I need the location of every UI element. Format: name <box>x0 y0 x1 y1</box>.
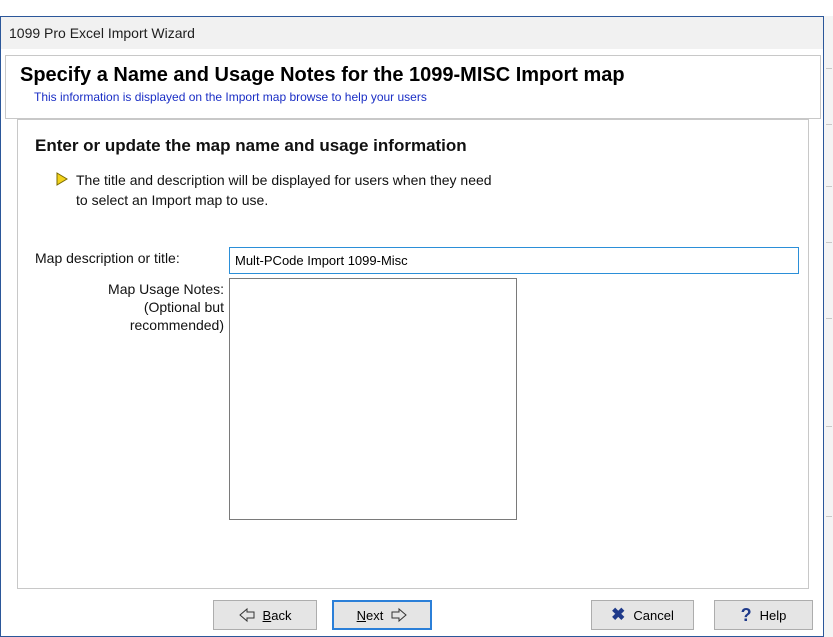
map-title-label: Map description or title: <box>35 250 180 266</box>
usage-notes-label-line: Map Usage Notes: <box>108 281 224 297</box>
usage-notes-label-line: recommended) <box>129 317 224 333</box>
window-title: 1099 Pro Excel Import Wizard <box>9 25 195 41</box>
help-button[interactable]: ? Help <box>714 600 813 630</box>
usage-notes-textarea[interactable] <box>229 278 517 520</box>
next-mnemonic: N <box>356 607 367 623</box>
back-label-rest: ack <box>271 607 292 623</box>
info-note: The title and description will be displa… <box>76 172 492 208</box>
background-divider <box>826 516 832 517</box>
background-app-pane <box>824 16 833 637</box>
section-heading: Enter or update the map name and usage i… <box>35 136 467 155</box>
background-divider <box>826 124 832 125</box>
back-button[interactable]: Back <box>213 600 317 630</box>
left-arrow-outline-icon <box>238 607 255 623</box>
wizard-step-title: Specify a Name and Usage Notes for the 1… <box>20 64 625 86</box>
content-panel: Enter or update the map name and usage i… <box>17 119 809 589</box>
import-wizard-dialog: 1099 Pro Excel Import Wizard Specify a N… <box>0 16 824 637</box>
help-button-label: Help <box>759 607 787 623</box>
wizard-step-subtitle: This information is displayed on the Imp… <box>34 90 427 104</box>
next-label-rest: ext <box>366 607 384 623</box>
background-divider <box>826 318 832 319</box>
window-titlebar[interactable]: 1099 Pro Excel Import Wizard <box>1 17 823 49</box>
map-title-input[interactable] <box>229 247 799 274</box>
back-button-label: Back <box>263 608 292 623</box>
next-button-label: Next <box>357 608 384 623</box>
background-divider <box>826 186 832 187</box>
background-divider <box>826 242 832 243</box>
background-app-strip <box>0 0 833 16</box>
yellow-triangle-arrow-icon <box>56 172 68 186</box>
usage-notes-label: Map Usage Notes: (Optional but recommend… <box>54 280 224 334</box>
cancel-button-label: Cancel <box>633 607 674 623</box>
wizard-header: Specify a Name and Usage Notes for the 1… <box>5 55 821 119</box>
close-x-icon: ✖ <box>611 605 626 624</box>
background-divider <box>826 426 832 427</box>
back-mnemonic: B <box>262 607 272 623</box>
question-mark-icon: ? <box>740 605 752 625</box>
right-arrow-outline-icon <box>391 607 408 623</box>
next-button[interactable]: Next <box>332 600 432 630</box>
cancel-button[interactable]: ✖ Cancel <box>591 600 694 630</box>
background-divider <box>826 68 832 69</box>
usage-notes-label-line: (Optional but <box>143 299 224 315</box>
